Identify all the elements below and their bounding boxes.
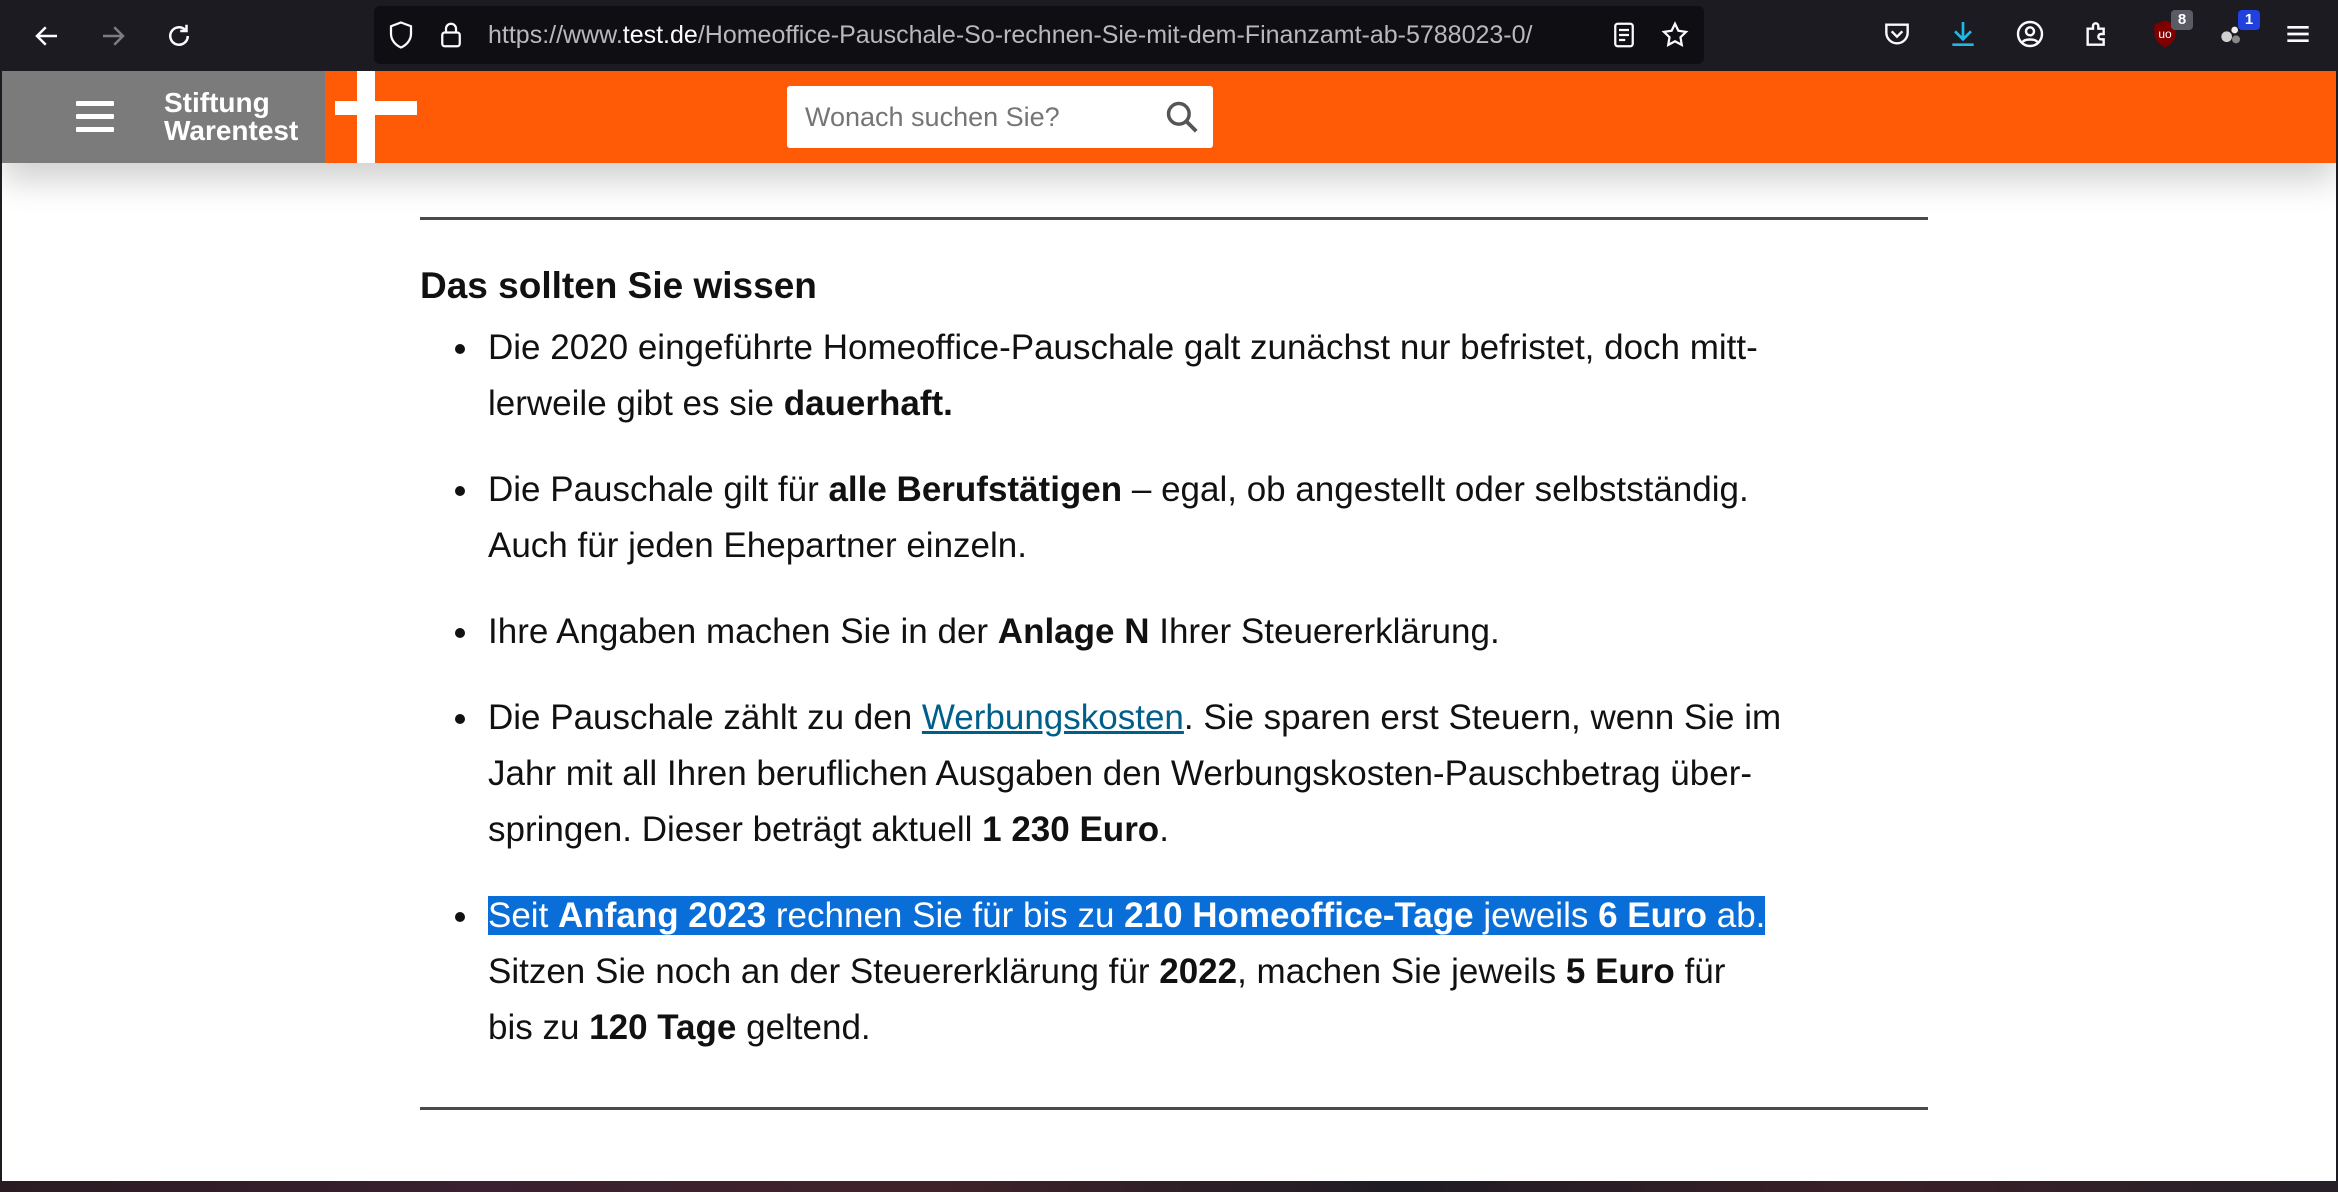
downloads-button[interactable] — [1943, 14, 1983, 54]
menu-icon — [2287, 26, 2309, 42]
reload-button[interactable] — [157, 14, 201, 58]
info-box: Das sollten Sie wissen Die 2020 eingefüh… — [420, 217, 1928, 1086]
extension-button[interactable]: 1 — [2212, 10, 2260, 54]
section-heading: Das sollten Sie wissen — [420, 265, 817, 306]
puzzle-icon — [2086, 22, 2105, 46]
brand-logo[interactable]: Stiftung Warentest — [164, 89, 298, 145]
lock-icon[interactable] — [436, 20, 466, 50]
reader-view-icon[interactable] — [1609, 20, 1639, 50]
bullet-list: Die 2020 eingeführte Homeoffice-Pauschal… — [420, 320, 1928, 1056]
forward-arrow-icon — [103, 26, 125, 46]
search-input[interactable] — [787, 86, 1147, 148]
extension-badge: 1 — [2238, 10, 2260, 30]
ublock-button[interactable]: uo 8 — [2145, 10, 2193, 54]
brand-line-1: Stiftung — [164, 87, 270, 118]
ublock-badge: 8 — [2171, 10, 2193, 30]
reload-icon — [169, 24, 189, 46]
shield-icon[interactable] — [386, 20, 416, 50]
pocket-button[interactable] — [1877, 14, 1917, 54]
brand-line-2: Warentest — [164, 115, 299, 146]
selected-text: Seit Anfang 2023 rechnen Sie für bis zu … — [488, 896, 1766, 935]
search-box — [787, 86, 1213, 148]
app-menu-button[interactable] — [2278, 14, 2318, 54]
download-icon — [1952, 22, 1974, 46]
account-icon — [2016, 20, 2044, 48]
url-bar[interactable]: https://www.test.de/Homeoffice-Pauschale… — [374, 6, 1704, 64]
list-item: Die Pauschale zählt zu den Werbungskoste… — [420, 690, 1928, 858]
back-arrow-icon — [35, 26, 57, 46]
desktop-background — [0, 1181, 2338, 1192]
account-button[interactable] — [2010, 14, 2050, 54]
hamburger-menu-icon[interactable] — [76, 101, 114, 133]
site-header: Stiftung Warentest — [2, 71, 2336, 163]
list-item: Die Pauschale gilt für alle Berufstätige… — [420, 462, 1928, 574]
url-host: test.de — [622, 21, 698, 49]
divider-top — [420, 217, 1928, 220]
web-page: Stiftung Warentest Das sollten Sie wisse… — [2, 71, 2336, 1181]
search-icon[interactable] — [1163, 98, 1201, 136]
url-text[interactable]: https://www.test.de/Homeoffice-Pauschale… — [488, 6, 1532, 64]
back-button[interactable] — [25, 14, 69, 58]
list-item: Die 2020 eingeführte Homeoffice-Pauschal… — [420, 320, 1928, 432]
svg-text:uo: uo — [2158, 27, 2172, 41]
werbungskosten-link[interactable]: Werbungskosten — [922, 698, 1184, 737]
bookmark-star-icon[interactable] — [1660, 20, 1690, 50]
brand-box: Stiftung Warentest — [2, 71, 325, 163]
url-path: /Homeoffice-Pauschale-So-rechnen-Sie-mit… — [697, 21, 1533, 49]
forward-button[interactable] — [91, 14, 135, 58]
divider-bottom — [420, 1107, 1928, 1110]
pocket-icon — [1885, 23, 1909, 45]
list-item: Seit Anfang 2023 rechnen Sie für bis zu … — [420, 888, 1928, 1056]
extensions-button[interactable] — [2077, 14, 2117, 54]
list-item: Ihre Angaben machen Sie in der Anlage N … — [420, 604, 1928, 660]
browser-toolbar: https://www.test.de/Homeoffice-Pauschale… — [0, 0, 2338, 71]
brand-cross-icon — [335, 71, 417, 163]
url-prefix: https://www. — [488, 21, 623, 49]
